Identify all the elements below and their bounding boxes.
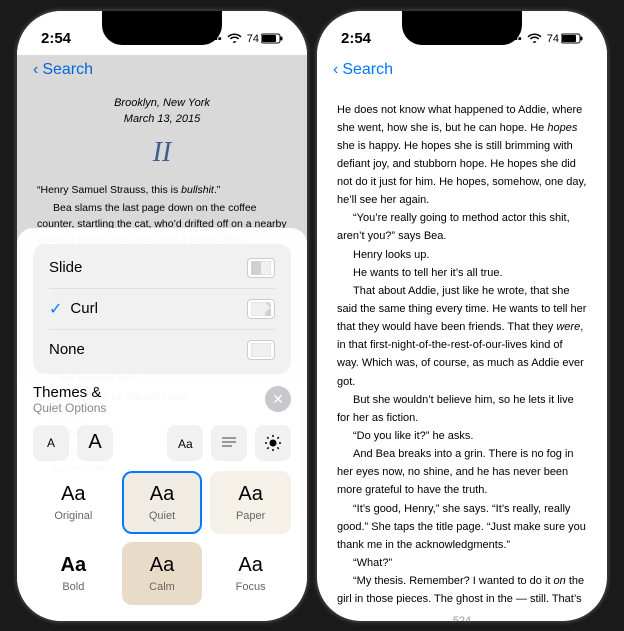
theme-quiet-preview: Aa	[150, 483, 174, 506]
theme-paper-preview: Aa	[238, 483, 262, 506]
left-phone-body: ‹ Search Brooklyn, New York March 13, 20…	[17, 55, 307, 621]
read-para-5: But she wouldn’t believe him, so he lets…	[337, 391, 587, 427]
svg-text:Aa: Aa	[178, 437, 193, 451]
slide-option-label: Slide	[49, 259, 82, 276]
font-style-button[interactable]: Aa	[167, 425, 203, 461]
close-button[interactable]: ✕	[265, 386, 291, 412]
theme-original[interactable]: Aa Original	[33, 471, 114, 534]
slide-option-none[interactable]: None	[37, 330, 287, 370]
read-para-6: “Do you like it?” he asks.	[337, 427, 587, 445]
phones-container: 2:54 ▪▪▪ 74 ‹ Search	[17, 11, 607, 621]
theme-calm-preview: Aa	[150, 554, 174, 577]
read-para-4: That about Addie, just like he wrote, th…	[337, 282, 587, 391]
theme-quiet-label: Quiet	[149, 510, 175, 522]
curl-icon	[247, 299, 275, 319]
read-para-3: He wants to tell her it’s all true.	[337, 264, 587, 282]
theme-paper-label: Paper	[236, 510, 265, 522]
read-para-7: And Bea breaks into a grin. There is no …	[337, 445, 587, 499]
page-number: 524	[317, 607, 607, 621]
themes-subtitle: Quiet Options	[33, 401, 106, 415]
time-left: 2:54	[41, 30, 71, 47]
theme-original-label: Original	[54, 510, 92, 522]
theme-bold-label: Bold	[62, 581, 84, 593]
brightness-button[interactable]	[255, 425, 291, 461]
theme-paper[interactable]: Aa Paper	[210, 471, 291, 534]
battery-icon: 74	[247, 33, 283, 45]
layout-button[interactable]	[211, 425, 247, 461]
chevron-left-icon-right: ‹	[333, 61, 338, 79]
back-button-right[interactable]: ‹ Search	[333, 61, 393, 79]
status-icons-left: ▪▪▪ 74	[210, 32, 283, 46]
themes-header: Themes & Quiet Options ✕	[33, 384, 291, 415]
theme-grid: Aa Original Aa Quiet Aa Paper Aa Bold	[33, 471, 291, 605]
read-para-10: “My thesis. Remember? I wanted to do it …	[337, 572, 587, 606]
none-option-label: None	[49, 341, 85, 358]
curl-option-label: Curl	[70, 300, 98, 317]
left-phone: 2:54 ▪▪▪ 74 ‹ Search	[17, 11, 307, 621]
right-phone: 2:54 ▪▪▪ 74 ‹ Search He does not know wh…	[317, 11, 607, 621]
slide-option-slide[interactable]: Slide	[37, 248, 287, 288]
wifi-icon-right	[527, 32, 542, 46]
themes-title-group: Themes & Quiet Options	[33, 384, 106, 415]
theme-focus-label: Focus	[236, 581, 266, 593]
notch	[102, 11, 222, 45]
time-right: 2:54	[341, 30, 371, 47]
theme-focus-preview: Aa	[238, 554, 262, 577]
read-para-9: “What?”	[337, 554, 587, 572]
reading-content: He does not know what happened to Addie,…	[317, 85, 607, 607]
slide-option-curl[interactable]: ✓ Curl	[37, 289, 287, 329]
slide-icon	[247, 258, 275, 278]
slide-options: Slide ✓ Curl	[33, 244, 291, 374]
battery-icon-right: 74	[547, 33, 583, 45]
check-icon: ✓	[49, 299, 62, 319]
font-controls: A A Aa	[33, 425, 291, 461]
read-para-0: He does not know what happened to Addie,…	[337, 101, 587, 210]
read-para-1: “You’re really going to method actor thi…	[337, 209, 587, 245]
notch-right	[402, 11, 522, 45]
theme-focus[interactable]: Aa Focus	[210, 542, 291, 605]
theme-calm-label: Calm	[149, 581, 175, 593]
themes-title: Themes &	[33, 384, 106, 401]
theme-bold[interactable]: Aa Bold	[33, 542, 114, 605]
overlay-panel: Slide ✓ Curl	[17, 228, 307, 621]
read-para-2: Henry looks up.	[337, 246, 587, 264]
font-increase-button[interactable]: A	[77, 425, 113, 461]
font-decrease-button[interactable]: A	[33, 425, 69, 461]
theme-bold-preview: Aa	[61, 554, 87, 577]
nav-bar-right: ‹ Search	[317, 55, 607, 85]
wifi-icon	[227, 32, 242, 46]
theme-original-preview: Aa	[61, 483, 85, 506]
read-para-8: “It’s good, Henry,” she says. “It’s real…	[337, 500, 587, 554]
none-icon	[247, 340, 275, 360]
status-icons-right: ▪▪▪ 74	[510, 32, 583, 46]
theme-quiet[interactable]: Aa Quiet	[122, 471, 203, 534]
theme-calm[interactable]: Aa Calm	[122, 542, 203, 605]
